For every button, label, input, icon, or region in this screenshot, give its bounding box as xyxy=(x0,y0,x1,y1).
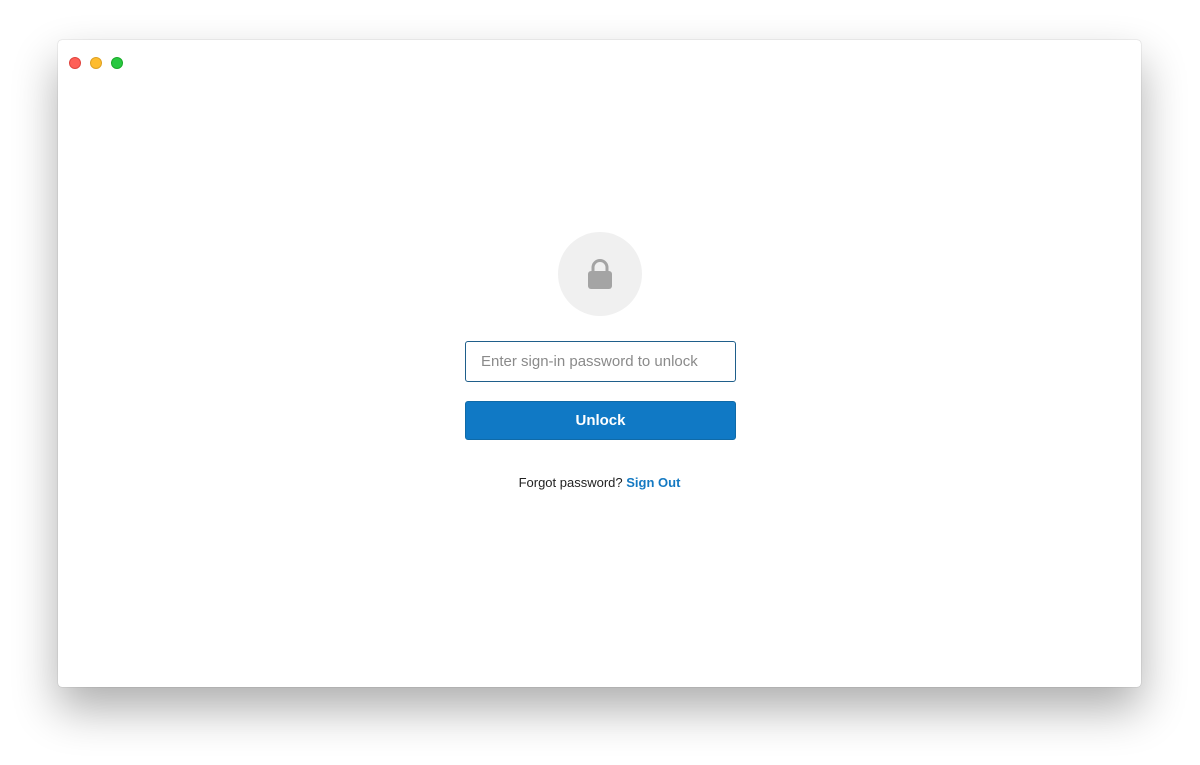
unlock-button[interactable]: Unlock xyxy=(465,401,736,440)
forgot-password-row: Forgot password? Sign Out xyxy=(58,475,1141,490)
minimize-window-button[interactable] xyxy=(90,57,102,69)
close-window-button[interactable] xyxy=(69,57,81,69)
zoom-window-button[interactable] xyxy=(111,57,123,69)
forgot-password-text: Forgot password? xyxy=(518,475,623,490)
lock-icon xyxy=(588,259,612,289)
password-input[interactable] xyxy=(465,341,736,382)
app-window: Unlock Forgot password? Sign Out xyxy=(58,40,1141,687)
window-controls xyxy=(69,57,123,69)
lock-badge xyxy=(558,232,642,316)
sign-out-link[interactable]: Sign Out xyxy=(626,475,680,490)
